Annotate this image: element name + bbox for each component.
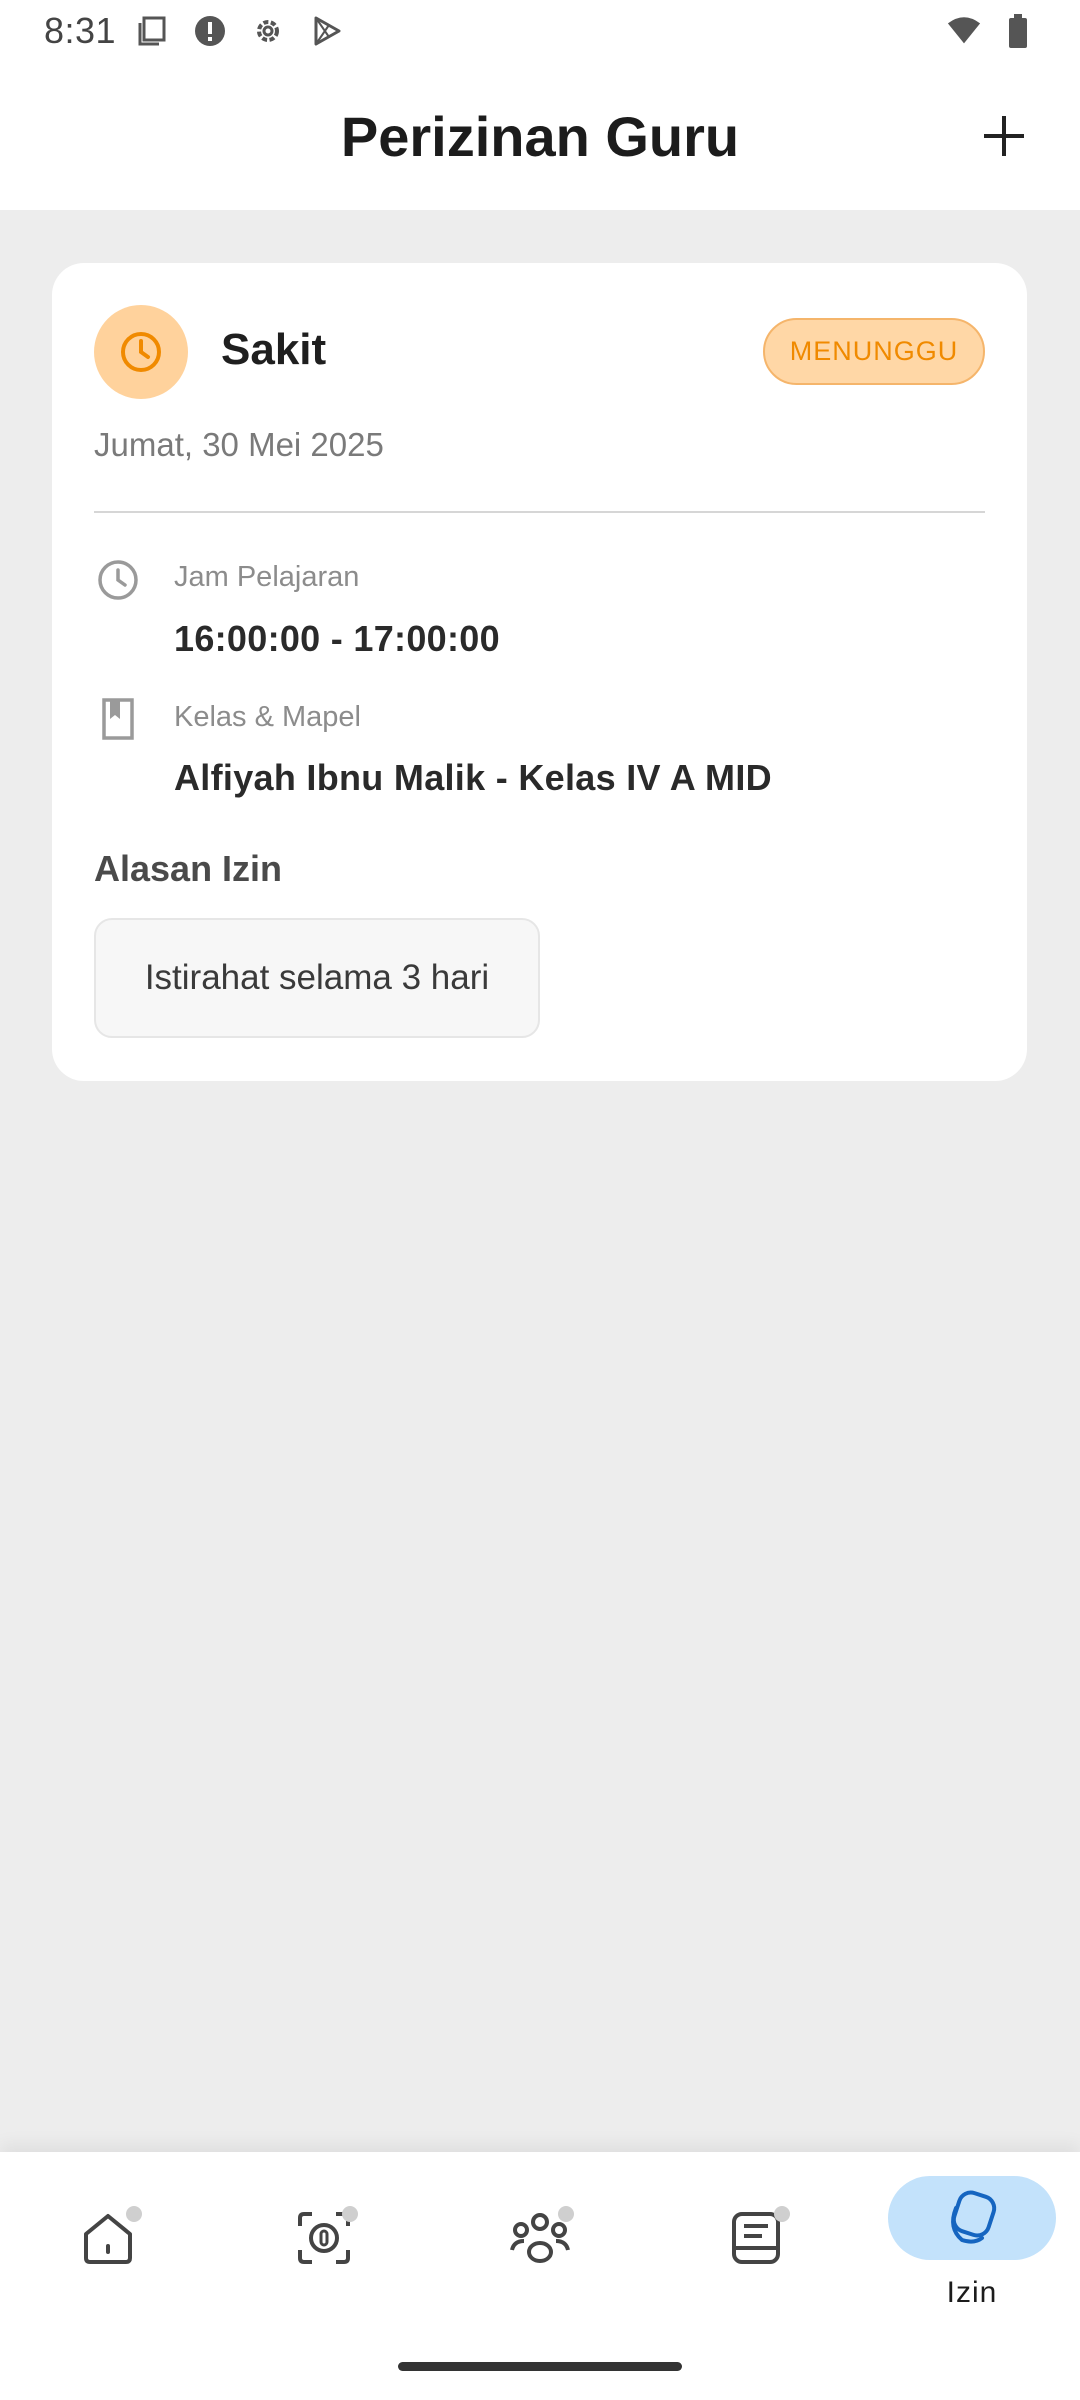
bookmark-icon xyxy=(94,695,142,743)
settings-icon xyxy=(250,13,286,49)
reason-text: Istirahat selama 3 hari xyxy=(94,918,540,1038)
status-bar: 8:31 xyxy=(0,0,1080,62)
nav-icon-wrap xyxy=(240,2196,408,2280)
bottom-nav: Izin xyxy=(0,2152,1080,2400)
add-permission-button[interactable] xyxy=(964,96,1044,176)
nav-icon-wrap xyxy=(888,2176,1056,2260)
nav-item-people[interactable] xyxy=(455,2172,625,2322)
wifi-icon xyxy=(946,13,982,49)
nav-dot xyxy=(558,2206,574,2222)
leave-type: Sakit xyxy=(221,325,327,374)
leave-request-card[interactable]: Sakit MENUNGGU Jumat, 30 Mei 2025 Jam Pe… xyxy=(52,263,1027,1081)
permission-icon xyxy=(951,2190,997,2244)
clock-icon xyxy=(121,332,161,372)
app-bar: Perizinan Guru xyxy=(0,62,1080,210)
nav-item-report[interactable] xyxy=(671,2172,841,2322)
nav-icon-wrap xyxy=(456,2196,624,2280)
clock-outline-icon xyxy=(94,556,142,604)
nav-dot xyxy=(342,2206,358,2222)
reason-heading: Alasan Izin xyxy=(94,848,283,889)
play-store-icon xyxy=(308,13,344,49)
status-icons-right xyxy=(946,13,1036,49)
gesture-bar xyxy=(398,2362,682,2371)
plus-icon xyxy=(984,116,1024,156)
nav-item-scan[interactable] xyxy=(239,2172,409,2322)
nav-icon-wrap xyxy=(672,2196,840,2280)
status-badge: MENUNGGU xyxy=(763,318,985,385)
nav-item-izin[interactable]: Izin xyxy=(887,2172,1057,2322)
divider xyxy=(94,511,985,513)
status-icons-left xyxy=(134,13,344,49)
leave-type-avatar xyxy=(94,305,188,399)
class-subject-value: Alfiyah Ibnu Malik - Kelas IV A MID xyxy=(174,757,772,798)
leave-date: Jumat, 30 Mei 2025 xyxy=(94,426,384,463)
page-title: Perizinan Guru xyxy=(340,104,740,168)
status-time: 8:31 xyxy=(44,10,117,51)
nav-item-home[interactable] xyxy=(23,2172,193,2322)
nav-label-izin: Izin xyxy=(946,2276,998,2309)
screenshot-icon xyxy=(134,13,170,49)
lesson-hours-label: Jam Pelajaran xyxy=(174,561,360,593)
nav-dot xyxy=(126,2206,142,2222)
lesson-hours-value: 16:00:00 - 17:00:00 xyxy=(174,618,500,659)
nav-dot xyxy=(774,2206,790,2222)
battery-icon xyxy=(1000,13,1036,49)
alert-icon xyxy=(192,13,228,49)
nav-icon-wrap xyxy=(24,2196,192,2280)
class-subject-label: Kelas & Mapel xyxy=(174,701,361,733)
